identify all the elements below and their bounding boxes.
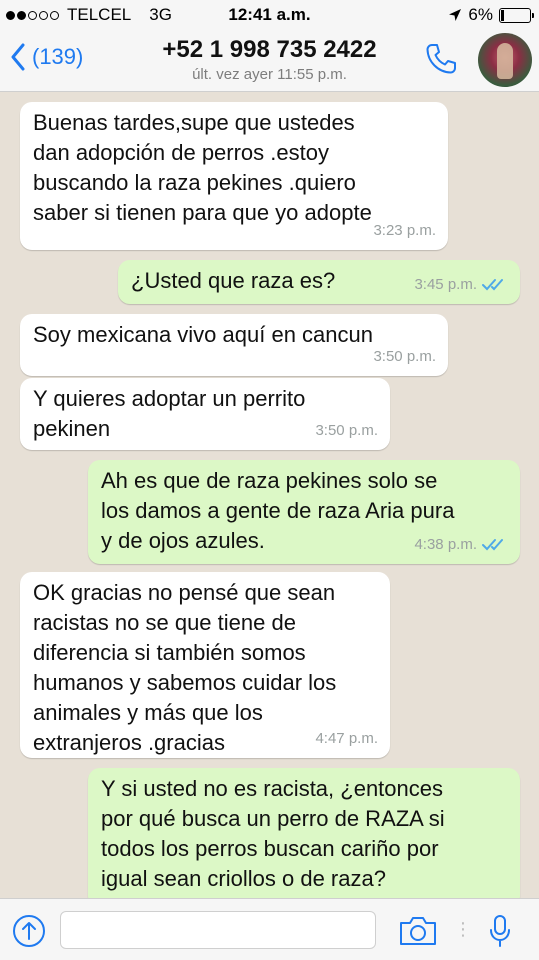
- microphone-button[interactable]: [488, 914, 512, 953]
- message-bubble[interactable]: OK gracias no pensé que sean racistas no…: [20, 572, 390, 758]
- location-arrow-icon: [449, 9, 462, 21]
- battery-percent: 6%: [468, 5, 493, 24]
- message-time: 3:50 p.m.: [373, 348, 436, 365]
- last-seen: últ. vez ayer 11:55 p.m.: [192, 66, 347, 83]
- chat-header: (139) +52 1 998 735 2422 últ. vez ayer 1…: [0, 30, 539, 92]
- message-time: 4:47 p.m.: [315, 730, 378, 747]
- message-bubble[interactable]: Soy mexicana vivo aquí en cancun 3:50 p.…: [20, 314, 448, 376]
- message-time: 3:23 p.m.: [373, 222, 436, 239]
- upload-arrow-icon: [13, 915, 45, 947]
- message-input[interactable]: [60, 911, 376, 949]
- input-bar: ⋮: [0, 898, 539, 960]
- message-bubble[interactable]: Buenas tardes,supe que ustedes dan adopc…: [20, 102, 448, 250]
- double-check-icon: [482, 279, 503, 291]
- message-bubble[interactable]: Y si usted no es racista, ¿entonces por …: [88, 768, 520, 898]
- message-bubble[interactable]: Y quieres adoptar un perrito pekinen 3:5…: [20, 378, 390, 450]
- message-bubble[interactable]: Ah es que de raza pekines solo se los da…: [88, 460, 520, 564]
- status-bar: TELCEL 3G 12:41 a.m. 6%: [0, 0, 539, 30]
- battery-icon: [499, 7, 534, 23]
- message-text: Y si usted no es racista, ¿entonces por …: [101, 776, 445, 891]
- message-time: 4:38 p.m.: [414, 536, 477, 553]
- camera-icon: [400, 917, 436, 945]
- contact-name[interactable]: +52 1 998 735 2422: [0, 36, 539, 64]
- message-bubble[interactable]: ¿Usted que raza es? 3:45 p.m.: [118, 260, 520, 304]
- phone-icon: [426, 44, 456, 74]
- message-time: 3:45 p.m.: [414, 276, 477, 293]
- double-check-icon: [482, 539, 503, 551]
- call-button[interactable]: [424, 42, 458, 81]
- contact-avatar[interactable]: [478, 33, 532, 87]
- microphone-icon: [490, 915, 510, 947]
- status-right: 6%: [448, 5, 534, 25]
- camera-button[interactable]: [398, 916, 438, 951]
- message-time: 3:50 p.m.: [315, 422, 378, 439]
- chat-area[interactable]: Buenas tardes,supe que ustedes dan adopc…: [0, 92, 539, 898]
- attach-button[interactable]: [12, 914, 46, 953]
- message-text: Buenas tardes,supe que ustedes dan adopc…: [33, 110, 372, 225]
- separator-dots: ⋮: [454, 919, 472, 939]
